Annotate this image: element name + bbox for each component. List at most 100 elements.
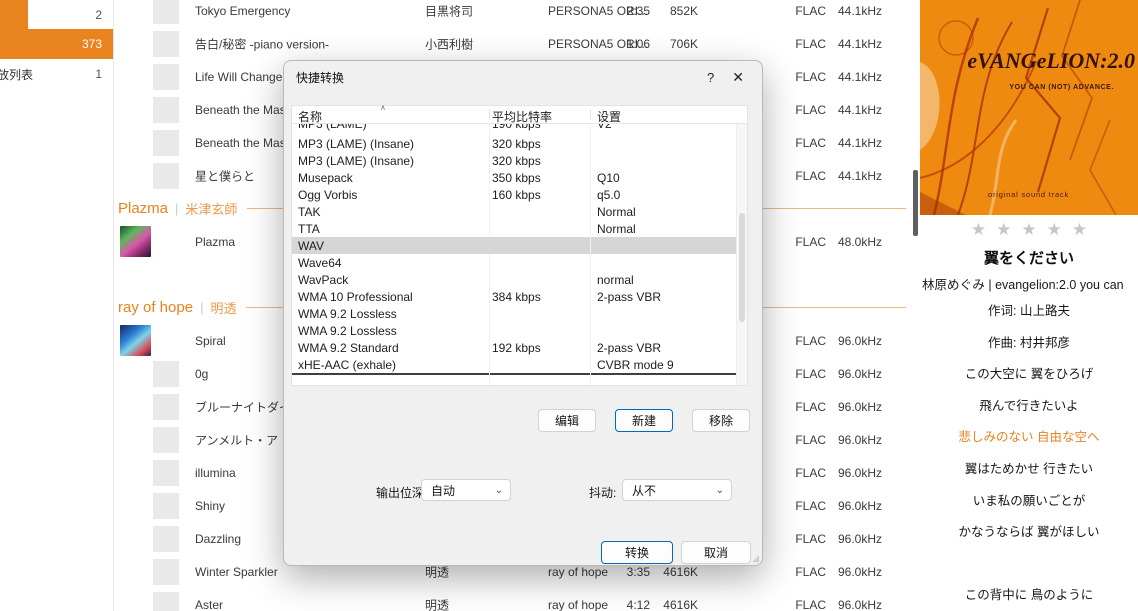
- bitdepth-label: 输出位深:: [376, 486, 428, 500]
- preset-row[interactable]: Wave64: [292, 254, 736, 271]
- preset-bitrate: 384 kbps: [492, 289, 541, 304]
- preset-row[interactable]: WMA 9.2 Lossless: [292, 305, 736, 322]
- sidebar-item[interactable]: 2: [0, 0, 113, 29]
- scrollbar-thumb[interactable]: [739, 212, 745, 323]
- track-artist: 目黒将司: [425, 4, 474, 18]
- new-button[interactable]: 新建: [615, 409, 673, 432]
- column-header[interactable]: 平均比特率: [492, 108, 552, 125]
- album-art-thumbnail: [120, 325, 151, 356]
- lyric-line: 翼はためかせ 行きたい: [964, 461, 1094, 476]
- sidebar-item[interactable]: 373: [0, 29, 113, 59]
- preset-table-header: 名称 平均比特率 设置 ∧: [292, 103, 747, 125]
- dialog-titlebar[interactable]: 快捷转换 ? ✕: [284, 61, 762, 93]
- lyric-line: かなうならば 翼がほしい: [958, 525, 1100, 540]
- track-title: アンメルト・ア: [195, 433, 279, 447]
- star-icon[interactable]: ★: [1047, 220, 1062, 239]
- track-rate: 96.0kHz: [837, 597, 882, 611]
- star-icon[interactable]: ★: [1021, 220, 1036, 239]
- lyric-line: この大空に 翼をひろげ: [964, 367, 1094, 382]
- star-icon[interactable]: ★: [971, 220, 986, 239]
- track-size: 4616K: [663, 597, 698, 611]
- preset-settings: 2-pass VBR: [597, 340, 662, 355]
- preset-name: xHE-AAC (exhale): [298, 357, 397, 372]
- track-codec: FLAC: [795, 3, 826, 18]
- track-row[interactable]: Aster 明透 ray of hope 4:12 4616K FLAC 96.0kHz: [114, 588, 920, 611]
- preset-row[interactable]: MP3 (LAME) (Insane) 320 kbps: [292, 135, 736, 152]
- track-codec: FLAC: [795, 333, 826, 348]
- quick-convert-dialog: 快捷转换 ? ✕ 名称 平均比特率 设置 ∧ MP3 (LAME) 190 kbps V2…: [283, 60, 763, 566]
- remove-button[interactable]: 移除: [692, 409, 750, 432]
- track-title: Shiny: [195, 498, 226, 513]
- preset-row[interactable]: TAK Normal: [292, 203, 736, 220]
- cancel-button[interactable]: 取消: [681, 541, 751, 564]
- preset-row[interactable]: xHE-AAC (exhale) CVBR mode 9: [292, 356, 736, 373]
- column-divider: [590, 109, 591, 120]
- convert-button[interactable]: 转换: [601, 541, 673, 564]
- track-codec: FLAC: [795, 36, 826, 51]
- preset-row[interactable]: Musepack 350 kbps Q10: [292, 169, 736, 186]
- track-size: 852K: [669, 3, 698, 18]
- sidebar-item-label: 播放列表: [0, 67, 34, 82]
- preset-row[interactable]: WAV: [292, 237, 736, 254]
- playlist-scrollbar[interactable]: [913, 170, 918, 236]
- dialog-title: 快捷转换: [296, 70, 345, 85]
- column-header[interactable]: 名称: [298, 108, 322, 125]
- album-art-placeholder-icon: [153, 163, 179, 189]
- preset-settings: q5.0: [597, 187, 621, 202]
- track-codec: FLAC: [795, 168, 826, 183]
- preset-bitrate: 160 kbps: [492, 187, 541, 202]
- track-duration: 1:06: [626, 36, 650, 51]
- now-playing-title: 翼をください: [983, 250, 1074, 267]
- preset-row[interactable]: MP3 (LAME) (Insane) 320 kbps: [292, 152, 736, 169]
- preset-row[interactable]: WMA 9.2 Lossless: [292, 322, 736, 339]
- track-codec: FLAC: [795, 432, 826, 447]
- close-button[interactable]: ✕: [726, 69, 750, 86]
- preset-row[interactable]: Ogg Vorbis 160 kbps q5.0: [292, 186, 736, 203]
- help-button[interactable]: ?: [695, 70, 726, 85]
- track-row[interactable]: 告白/秘密 -piano version- 小西利樹 PERSONA5 ORI...…: [114, 27, 920, 60]
- preset-row[interactable]: WMA 9.2 Standard 192 kbps 2-pass VBR: [292, 339, 736, 356]
- star-icon[interactable]: ★: [996, 220, 1011, 239]
- track-row[interactable]: Tokyo Emergency 目黒将司 PERSONA5 ORI... 2:35 85…: [114, 0, 920, 27]
- dither-select[interactable]: 从不 ⌄: [622, 479, 732, 501]
- preset-row[interactable]: TTA Normal: [292, 220, 736, 237]
- group-title: Plazma: [118, 200, 169, 217]
- preset-name: TAK: [298, 204, 321, 219]
- preset-scrollbar[interactable]: [736, 124, 747, 385]
- sidebar-item-count: 1: [95, 67, 102, 81]
- preset-name: WAV: [298, 238, 324, 253]
- track-codec: FLAC: [795, 399, 826, 414]
- track-codec: FLAC: [795, 465, 826, 480]
- preset-bitrate: 320 kbps: [492, 153, 541, 168]
- rating-stars: ★ ★ ★ ★ ★: [920, 220, 1138, 240]
- album-art-placeholder-icon: [153, 394, 179, 420]
- preset-row[interactable]: MP3 (LAME) 190 kbps V2: [292, 124, 736, 135]
- preset-row[interactable]: WavPack normal: [292, 271, 736, 288]
- star-icon[interactable]: ★: [1072, 220, 1087, 239]
- dither-value: 从不: [632, 483, 657, 498]
- track-rate: 48.0kHz: [837, 234, 882, 249]
- album-art: eVANGeLION:2.0 YOU CAN (NOT) ADVANCE. or…: [920, 0, 1138, 215]
- lyric-line: [920, 549, 1138, 581]
- bitdepth-select[interactable]: 自动 ⌄: [421, 479, 511, 501]
- dither-label: 抖动:: [589, 486, 617, 500]
- album-art-placeholder-icon: [153, 427, 179, 453]
- sidebar: 2 373 播放列表 1: [0, 0, 114, 611]
- edit-button[interactable]: 编辑: [538, 409, 596, 432]
- sort-asc-icon: ∧: [380, 103, 386, 112]
- column-header[interactable]: 设置: [597, 108, 621, 125]
- track-codec: FLAC: [795, 597, 826, 611]
- sidebar-list: 2 373 播放列表 1: [0, 0, 113, 89]
- track-title: illumina: [195, 465, 236, 480]
- group-title: ray of hope: [118, 299, 194, 316]
- album-art-placeholder-icon: [153, 0, 179, 24]
- preset-bitrate: 190 kbps: [492, 124, 541, 131]
- track-rate: 44.1kHz: [837, 36, 882, 51]
- list-end-line: [292, 373, 736, 375]
- preset-row[interactable]: WMA 10 Professional 384 kbps 2-pass VBR: [292, 288, 736, 305]
- preset-settings: normal: [597, 272, 634, 287]
- track-rate: 96.0kHz: [837, 333, 882, 348]
- sidebar-item[interactable]: 播放列表 1: [0, 59, 113, 89]
- track-rate: 96.0kHz: [837, 564, 882, 579]
- resize-grip-icon[interactable]: ◢: [752, 553, 759, 564]
